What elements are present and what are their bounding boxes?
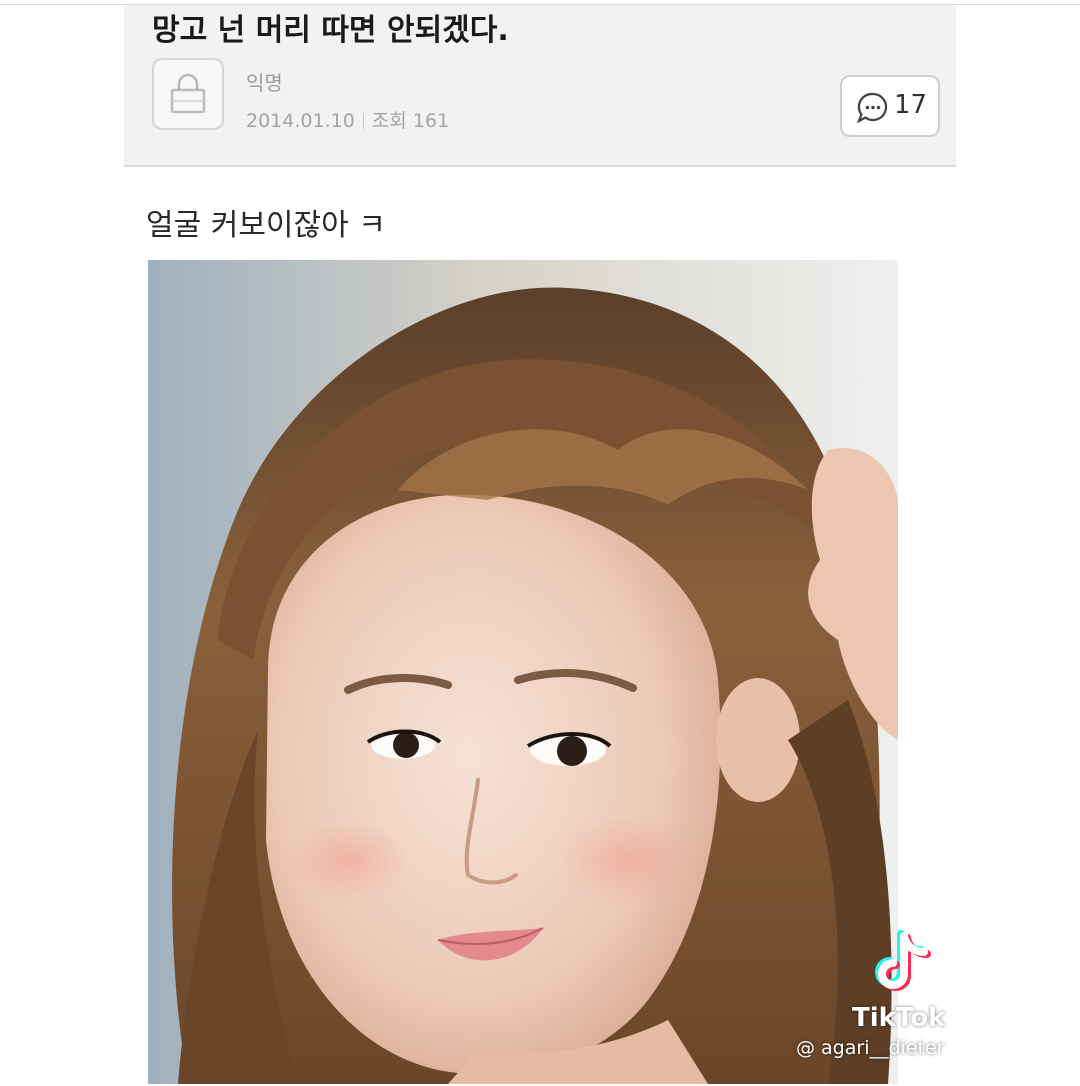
post-body-text: 얼굴 커보이잖아 ㅋ xyxy=(146,208,386,243)
post-photo[interactable] xyxy=(148,260,898,1084)
tiktok-handle: @ agari__dieter xyxy=(796,1037,945,1059)
post-header: 망고 넌 머리 따면 안되겠다. 익명 2014.01.10 조회 161 17 xyxy=(124,5,956,167)
screenshot-frame: 망고 넌 머리 따면 안되겠다. 익명 2014.01.10 조회 161 17… xyxy=(0,0,1080,1086)
portrait-illustration xyxy=(148,260,898,1084)
comment-count: 17 xyxy=(894,90,928,120)
views-count: 161 xyxy=(412,110,450,132)
post-meta: 2014.01.10 조회 161 xyxy=(246,106,449,133)
tiktok-brand-text: TikTok xyxy=(852,1003,946,1033)
post-date: 2014.01.10 xyxy=(246,110,355,132)
meta-separator xyxy=(362,113,364,129)
views-label: 조회 xyxy=(371,110,407,132)
post-title: 망고 넌 머리 따면 안되겠다. xyxy=(152,13,509,48)
author-name: 익명 xyxy=(246,71,283,95)
comment-button[interactable]: 17 xyxy=(840,75,940,137)
author-avatar[interactable] xyxy=(152,58,224,130)
tiktok-note-icon xyxy=(874,930,934,996)
